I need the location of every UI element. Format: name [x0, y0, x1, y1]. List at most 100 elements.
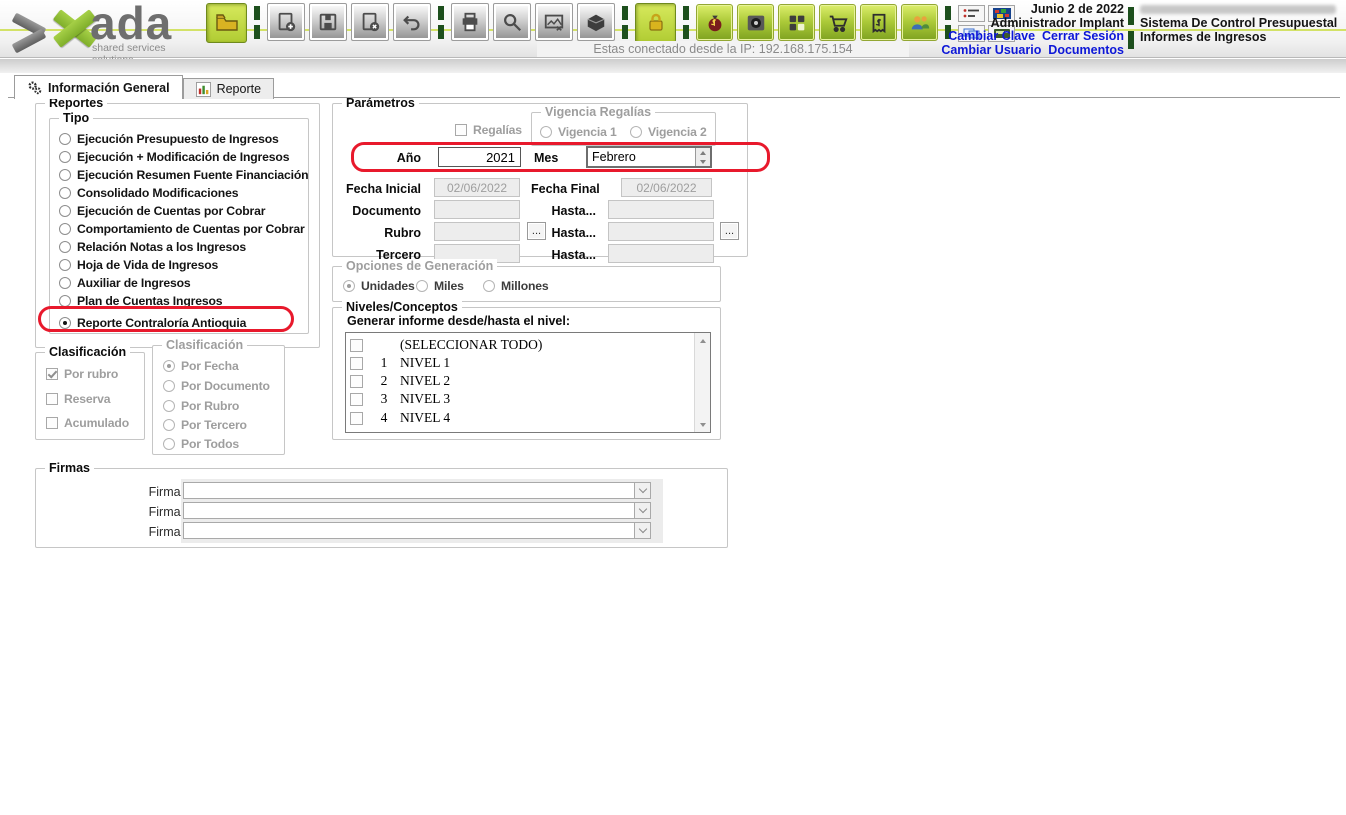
radio-icon — [59, 187, 71, 199]
undo-button[interactable] — [393, 3, 431, 41]
save-button[interactable] — [309, 3, 347, 41]
firma1-combobox[interactable] — [183, 482, 651, 499]
nivel-list-item[interactable]: 2NIVEL 2 — [347, 372, 693, 390]
checkbox-icon — [350, 393, 363, 406]
report-type-option-selected[interactable]: Reporte Contraloría Antioquia — [59, 315, 246, 330]
chevron-down-icon — [638, 505, 646, 513]
opciones-label: Opciones de Generación — [342, 259, 497, 273]
delete-button[interactable] — [351, 3, 389, 41]
miles-radio[interactable]: Miles — [416, 278, 464, 293]
por-tercero-radio[interactable]: Por Tercero — [163, 417, 247, 432]
dropdown-button[interactable] — [634, 503, 650, 518]
new-document-button[interactable] — [267, 3, 305, 41]
firma2-combobox[interactable] — [183, 502, 651, 519]
reserva-checkbox[interactable]: Reserva — [46, 391, 110, 406]
dropdown-button[interactable] — [634, 523, 650, 538]
report-type-option[interactable]: Ejecución Presupuesto de Ingresos — [59, 131, 279, 146]
report-type-option[interactable]: Relación Notas a los Ingresos — [59, 239, 246, 254]
vigencia2-radio[interactable]: Vigencia 2 — [630, 124, 707, 139]
nivel-list-item[interactable]: 3 NIVEL 3 — [347, 390, 693, 408]
header-separator — [1128, 7, 1134, 49]
anio-input[interactable]: 2021 — [438, 147, 521, 167]
nivel-number: 3 — [377, 391, 391, 407]
report-type-option[interactable]: Comportamiento de Cuentas por Cobrar — [59, 221, 305, 236]
receipt-dollar-button[interactable] — [860, 4, 897, 41]
report-type-option[interactable]: Ejecución + Modificación de Ingresos — [59, 149, 289, 164]
nivel-label: NIVEL 3 — [400, 391, 450, 407]
listbox-scrollbar[interactable] — [694, 333, 710, 432]
checkbox-icon — [455, 124, 467, 136]
radio-icon — [163, 360, 175, 372]
option-label: Acumulado — [64, 416, 129, 430]
niveles-listbox[interactable]: (SELECCIONAR TODO) 1NIVEL 1 2NIVEL 2 3 NI… — [345, 332, 711, 433]
report-type-option[interactable]: Plan de Cuentas Ingresos — [59, 293, 222, 308]
acumulado-checkbox[interactable]: Acumulado — [46, 415, 129, 430]
package-button[interactable] — [577, 3, 615, 41]
radio-icon — [59, 133, 71, 145]
option-label: Por Fecha — [181, 359, 239, 373]
mes-spinner[interactable] — [695, 148, 710, 166]
rubro-label: Rubro — [343, 226, 421, 240]
option-label: Ejecución Resumen Fuente Financiación — [77, 168, 308, 182]
vault-button[interactable] — [737, 4, 774, 41]
open-folder-button[interactable] — [206, 3, 247, 43]
cart-button[interactable] — [819, 4, 856, 41]
dropdown-button[interactable] — [634, 483, 650, 498]
scroll-up-arrow[interactable] — [695, 333, 710, 348]
rubro-input[interactable] — [434, 222, 520, 241]
nivel-list-item[interactable]: (SELECCIONAR TODO) — [347, 336, 693, 354]
change-user-link[interactable]: Cambiar Usuario — [941, 43, 1041, 57]
hasta-rubro-browse-button[interactable]: ... — [720, 222, 739, 240]
change-password-link[interactable]: Cambiar Clave — [948, 29, 1035, 43]
por-fecha-radio[interactable]: Por Fecha — [163, 358, 239, 373]
por-rubro-radio[interactable]: Por Rubro — [163, 398, 239, 413]
scroll-down-arrow[interactable] — [695, 417, 710, 432]
rubro-browse-button[interactable]: ... — [527, 222, 546, 240]
modules-button[interactable] — [778, 4, 815, 41]
radio-icon — [59, 223, 71, 235]
firma1-label: Firma 1 — [91, 485, 191, 499]
money-bag-button[interactable] — [696, 4, 733, 41]
documento-input[interactable] — [434, 200, 520, 219]
report-type-option[interactable]: Ejecución Resumen Fuente Financiación — [59, 167, 308, 182]
tab-informacion-general[interactable]: Información General — [14, 75, 183, 99]
tab-label: Información General — [48, 81, 170, 95]
report-type-option[interactable]: Auxiliar de Ingresos — [59, 275, 191, 290]
tab-reporte[interactable]: Reporte — [183, 78, 274, 99]
nivel-label: NIVEL 4 — [400, 410, 450, 426]
millones-radio[interactable]: Millones — [483, 278, 549, 293]
option-label: Ejecución Presupuesto de Ingresos — [77, 132, 279, 146]
hasta-documento-input[interactable] — [608, 200, 714, 219]
report-type-option[interactable]: Hoja de Vida de Ingresos — [59, 257, 218, 272]
firma1-value — [184, 483, 634, 498]
mes-combobox[interactable]: Febrero — [586, 146, 712, 168]
documents-link[interactable]: Documentos — [1048, 43, 1124, 57]
firma3-combobox[interactable] — [183, 522, 651, 539]
app-title: Sistema De Control Presupuestal — [1140, 17, 1337, 31]
app-info-block: Sistema De Control Presupuestal Informes… — [1140, 3, 1337, 44]
hasta-rubro-input[interactable] — [608, 222, 714, 241]
anio-label: Año — [353, 151, 421, 165]
report-type-option[interactable]: Ejecución de Cuentas por Cobrar — [59, 203, 265, 218]
report-type-option[interactable]: Consolidado Modificaciones — [59, 185, 238, 200]
vigencia1-radio[interactable]: Vigencia 1 — [540, 124, 617, 139]
por-documento-radio[interactable]: Por Documento — [163, 378, 270, 393]
option-label: Ejecución de Cuentas por Cobrar — [77, 204, 265, 218]
users-button[interactable] — [901, 4, 938, 41]
option-label: Comportamiento de Cuentas por Cobrar — [77, 222, 305, 236]
window-divider — [0, 59, 1346, 73]
unidades-radio[interactable]: Unidades — [343, 278, 415, 293]
main-toolbar — [206, 3, 1015, 43]
logout-link[interactable]: Cerrar Sesión — [1042, 29, 1124, 43]
por-rubro-checkbox[interactable]: Por rubro — [46, 366, 118, 381]
regalias-checkbox[interactable]: Regalías — [455, 122, 522, 137]
por-todos-radio[interactable]: Por Todos — [163, 436, 239, 451]
export-image-button[interactable] — [535, 3, 573, 41]
print-button[interactable] — [451, 3, 489, 41]
nivel-list-item[interactable]: 4NIVEL 4 — [347, 409, 693, 427]
search-button[interactable] — [493, 3, 531, 41]
nivel-list-item[interactable]: 1NIVEL 1 — [347, 354, 693, 372]
niveles-conceptos-group: Niveles/Conceptos Generar informe desde/… — [332, 307, 721, 440]
lock-button[interactable] — [635, 3, 676, 43]
hasta-tercero-input[interactable] — [608, 244, 714, 263]
